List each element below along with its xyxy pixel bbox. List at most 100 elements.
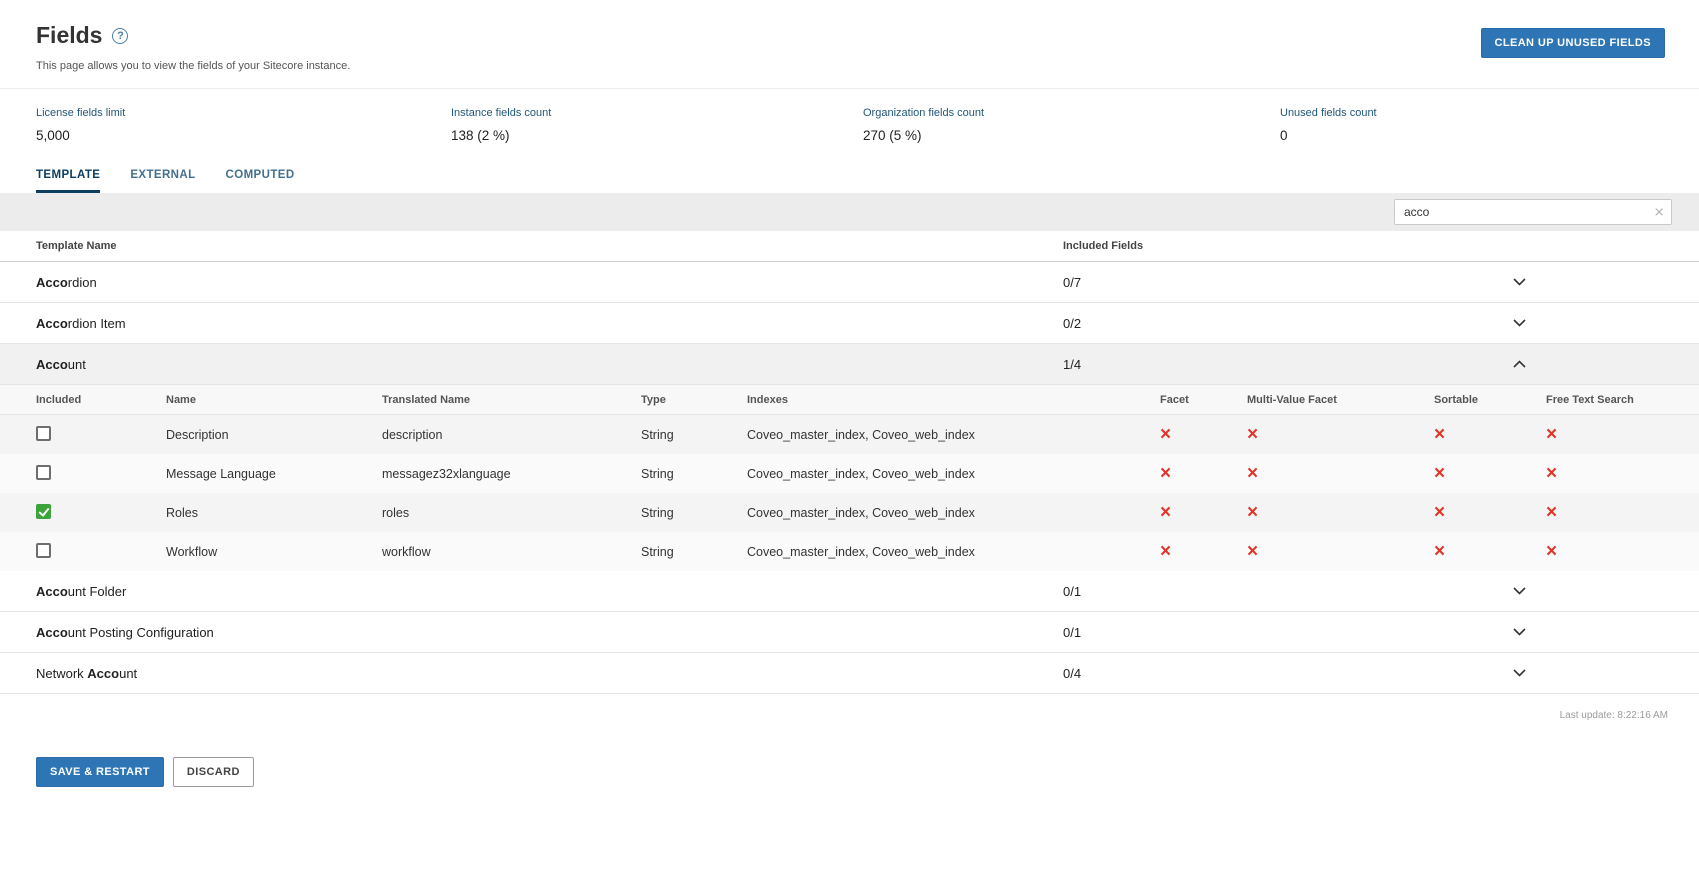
tab-external[interactable]: EXTERNAL [130,169,195,193]
name-rest: unt Posting Configuration [67,624,214,640]
template-name: Accordion [36,275,1063,290]
last-update-timestamp: Last update: 8:22:16 AM [1559,710,1668,721]
template-row-account-folder[interactable]: Account Folder 0/1 [0,571,1699,612]
templates-table: Template Name Included Fields Accordion … [0,231,1699,694]
stat-unused-fields-count: Unused fields count 0 [1280,107,1663,143]
field-translated-name: messagez32xlanguage [382,466,511,481]
stat-label: Instance fields count [451,107,552,119]
sortable-disabled-icon: × [1434,502,1446,523]
name-match: Acco [36,624,68,640]
table-header-row: Template Name Included Fields [0,231,1699,262]
title-row: Fields ? [36,22,1665,49]
template-row-accordion-item[interactable]: Accordion Item 0/2 [0,303,1699,344]
field-name: Workflow [166,544,218,559]
stat-value: 270 (5 %) [863,128,922,143]
search-input[interactable] [1394,199,1672,225]
facet-disabled-icon: × [1160,424,1172,445]
discard-button[interactable]: DISCARD [172,757,254,787]
included-checkbox[interactable] [36,425,51,441]
name-match: Acco [36,315,68,331]
column-header-free-text-search: Free Text Search [1546,393,1634,406]
template-name: Account Folder [36,584,1063,599]
field-translated-name: roles [382,505,410,520]
chevron-down-icon[interactable] [1513,319,1526,327]
free-text-search-disabled-icon: × [1546,502,1558,523]
free-text-search-disabled-icon: × [1546,541,1558,562]
multi-value-facet-disabled-icon: × [1247,541,1259,562]
field-indexes: Coveo_master_index, Coveo_web_index [747,466,975,481]
included-fields-count: 0/1 [1063,583,1082,599]
tab-template[interactable]: TEMPLATE [36,169,101,193]
field-indexes: Coveo_master_index, Coveo_web_index [747,427,975,442]
column-header-translated-name: Translated Name [382,393,471,406]
template-row-accordion[interactable]: Accordion 0/7 [0,262,1699,303]
stat-label: Unused fields count [1280,107,1377,119]
facet-disabled-icon: × [1160,502,1172,523]
clear-search-icon[interactable]: × [1654,204,1664,221]
template-row-account-posting-configuration[interactable]: Account Posting Configuration 0/1 [0,612,1699,653]
stat-organization-fields-count: Organization fields count 270 (5 %) [863,107,1280,143]
included-checkbox[interactable] [36,503,51,519]
table-toolbar: × [0,193,1699,231]
search-box: × [1394,199,1672,225]
multi-value-facet-disabled-icon: × [1247,502,1259,523]
field-type: String [641,466,674,481]
stat-label: Organization fields count [863,107,985,119]
chevron-down-icon[interactable] [1513,628,1526,636]
stat-value: 138 (2 %) [451,128,510,143]
chevron-down-icon[interactable] [1513,669,1526,677]
included-checkbox[interactable] [36,464,51,480]
account-fields-subtable: Included Name Translated Name Type Index… [0,385,1699,571]
stat-value: 0 [1280,128,1288,143]
subtable-header-row: Included Name Translated Name Type Index… [0,385,1699,415]
clean-up-unused-fields-button[interactable]: CLEAN UP UNUSED FIELDS [1480,28,1665,58]
stat-label: License fields limit [36,107,126,119]
field-type: String [641,427,674,442]
included-fields-count: 0/4 [1063,665,1082,681]
name-match: Acco [36,583,68,599]
name-rest: rdion [67,274,97,290]
page-subtitle: This page allows you to view the fields … [36,60,351,72]
field-name: Roles [166,505,198,520]
field-row-message-language: Message Language messagez32xlanguage Str… [0,454,1699,493]
template-name: Network Account [36,666,1063,681]
chevron-down-icon[interactable] [1513,278,1526,286]
name-rest: rdion Item [67,315,126,331]
free-text-search-disabled-icon: × [1546,424,1558,445]
template-name: Accordion Item [36,316,1063,331]
template-row-account[interactable]: Account 1/4 [0,344,1699,385]
template-row-network-account[interactable]: Network Account 0/4 [0,653,1699,694]
name-match: Acco [87,665,120,681]
stat-value: 5,000 [36,128,70,143]
field-name: Message Language [166,466,276,481]
name-rest: unt [119,665,138,681]
name-match: Acco [36,274,68,290]
column-header-indexes: Indexes [747,393,788,406]
stats-bar: License fields limit 5,000 Instance fiel… [0,89,1699,143]
footer-actions: SAVE & RESTART DISCARD [0,721,1699,817]
included-checkbox[interactable] [36,542,51,558]
stat-license-fields-limit: License fields limit 5,000 [36,107,451,143]
facet-disabled-icon: × [1160,541,1172,562]
field-translated-name: description [382,427,443,442]
field-row-workflow: Workflow workflow String Coveo_master_in… [0,532,1699,571]
field-type: String [641,544,674,559]
column-header-facet: Facet [1160,393,1189,406]
stat-instance-fields-count: Instance fields count 138 (2 %) [451,107,863,143]
help-icon[interactable]: ? [112,27,129,44]
field-row-roles: Roles roles String Coveo_master_index, C… [0,493,1699,532]
tab-computed[interactable]: COMPUTED [226,169,295,193]
sortable-disabled-icon: × [1434,463,1446,484]
column-header-template-name: Template Name [36,240,117,252]
facet-disabled-icon: × [1160,463,1172,484]
column-header-multi-value-facet: Multi-Value Facet [1247,393,1337,406]
chevron-up-icon[interactable] [1513,360,1526,368]
page-header: Fields ? This page allows you to view th… [0,0,1699,89]
free-text-search-disabled-icon: × [1546,463,1558,484]
column-header-included: Included [36,393,82,406]
field-name: Description [166,427,229,442]
chevron-down-icon[interactable] [1513,587,1526,595]
save-restart-button[interactable]: SAVE & RESTART [36,757,164,787]
sortable-disabled-icon: × [1434,541,1446,562]
template-name: Account Posting Configuration [36,625,1063,640]
